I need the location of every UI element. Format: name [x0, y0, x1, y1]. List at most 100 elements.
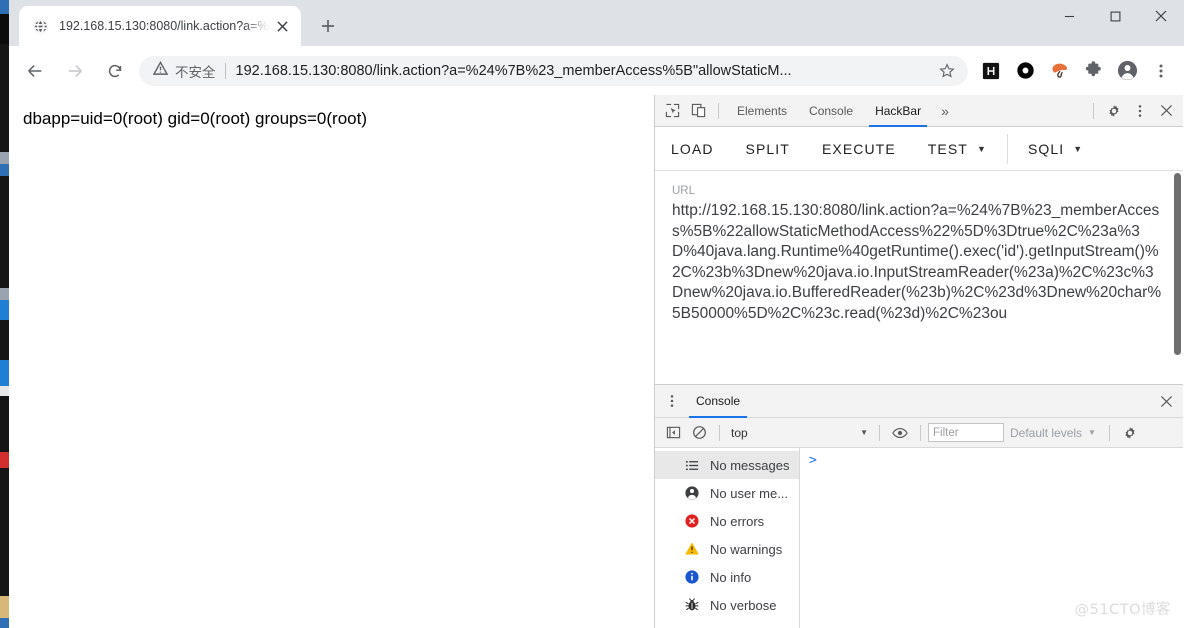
- console-sidebar-item-warnings[interactable]: No warnings: [655, 535, 799, 563]
- error-icon: [683, 512, 701, 530]
- console-toolbar-divider: [719, 425, 720, 441]
- close-drawer-icon[interactable]: [1153, 388, 1179, 414]
- omnibox-divider: [225, 63, 226, 79]
- hackbar-execute-button[interactable]: EXECUTE: [806, 127, 912, 171]
- kebab-menu-icon[interactable]: [659, 388, 685, 414]
- close-icon[interactable]: [271, 15, 293, 37]
- browser-window: 192.168.15.130:8080/link.action?a=%: [9, 0, 1184, 628]
- close-window-button[interactable]: [1138, 0, 1184, 32]
- console-sidebar: No messages No use: [655, 448, 800, 628]
- browser-tab[interactable]: 192.168.15.130:8080/link.action?a=%: [19, 6, 301, 46]
- hackbar-execute-label: EXECUTE: [822, 141, 896, 157]
- drawer-tabbar-right: [1153, 388, 1179, 414]
- maximize-button[interactable]: [1092, 0, 1138, 32]
- url-field-label: URL: [655, 171, 1183, 201]
- hackbar-scrollbar[interactable]: [1174, 173, 1181, 355]
- console-drawer: Console: [655, 384, 1183, 628]
- bookmark-star-icon[interactable]: [934, 63, 960, 79]
- more-tabs-icon[interactable]: »: [932, 103, 958, 119]
- forward-button[interactable]: [59, 55, 91, 87]
- url-text: 192.168.15.130:8080/link.action?a=%24%7B…: [236, 63, 935, 79]
- page-body-text: dbapp=uid=0(root) gid=0(root) groups=0(r…: [23, 109, 654, 129]
- console-message-area[interactable]: > @51CTO博客: [800, 448, 1183, 628]
- address-bar[interactable]: 不安全 192.168.15.130:8080/link.action?a=%2…: [139, 56, 968, 86]
- dock-chip: [0, 360, 9, 386]
- tab-title: 192.168.15.130:8080/link.action?a=%: [59, 6, 269, 46]
- tab-hackbar[interactable]: HackBar: [864, 95, 932, 127]
- console-sidebar-label: No info: [710, 570, 751, 585]
- kebab-menu-icon[interactable]: [1127, 98, 1153, 124]
- watermark: @51CTO博客: [1075, 598, 1171, 619]
- chevron-down-icon: ▼: [860, 428, 868, 437]
- console-toolbar-divider: [879, 425, 880, 441]
- console-filter-placeholder: Filter: [933, 427, 959, 439]
- console-levels-dropdown[interactable]: Default levels ▼: [1004, 423, 1102, 443]
- hackbar-toolbar: LOAD SPLIT EXECUTE TEST ▼ SQLI: [655, 127, 1183, 171]
- hackbar-load-label: LOAD: [671, 141, 714, 157]
- minimize-button[interactable]: [1046, 0, 1092, 32]
- tab-console[interactable]: Console: [798, 95, 864, 127]
- drawer-tab-console[interactable]: Console: [685, 385, 751, 418]
- console-settings-gear-icon[interactable]: [1117, 420, 1143, 446]
- live-expression-icon[interactable]: [887, 420, 913, 446]
- screenshot-root: 192.168.15.130:8080/link.action?a=%: [0, 0, 1184, 628]
- hackbar-url-input[interactable]: http://192.168.15.130:8080/link.action?a…: [655, 201, 1183, 324]
- show-console-sidebar-icon[interactable]: [660, 420, 686, 446]
- devtools-divider: [1093, 103, 1094, 119]
- hackbar-load-button[interactable]: LOAD: [655, 127, 730, 171]
- devtools-panel: Elements Console HackBar »: [655, 95, 1183, 628]
- reload-button[interactable]: [99, 55, 131, 87]
- hackbar-extension-icon[interactable]: [976, 56, 1006, 86]
- console-filter-input[interactable]: Filter: [928, 423, 1004, 442]
- dock-chip: [0, 618, 9, 628]
- hackbar-split-button[interactable]: SPLIT: [730, 127, 806, 171]
- dock-chip: [0, 452, 9, 468]
- not-secure-warning-icon: [153, 61, 169, 81]
- tab-elements[interactable]: Elements: [726, 95, 798, 127]
- devtools-tabbar-right: [1086, 98, 1179, 124]
- puzzle-extensions-icon[interactable]: [1078, 56, 1108, 86]
- profile-avatar-icon[interactable]: [1112, 56, 1142, 86]
- hackbar-test-dropdown[interactable]: TEST ▼: [912, 127, 1003, 171]
- console-sidebar-label: No errors: [710, 514, 764, 529]
- hackbar-toolbar-divider: [1007, 134, 1008, 164]
- console-sidebar-item-verbose[interactable]: No verbose: [655, 591, 799, 619]
- drawer-tabbar: Console: [655, 385, 1183, 418]
- back-button[interactable]: [19, 55, 51, 87]
- hackbar-sqli-dropdown[interactable]: SQLI ▼: [1012, 127, 1099, 171]
- devtools-divider: [718, 103, 719, 119]
- console-sidebar-item-errors[interactable]: No errors: [655, 507, 799, 535]
- warning-icon: [683, 540, 701, 558]
- security-status-label: 不安全: [175, 61, 216, 81]
- new-tab-button[interactable]: [314, 12, 342, 40]
- content-area: dbapp=uid=0(root) gid=0(root) groups=0(r…: [9, 95, 1184, 628]
- console-levels-label: Default levels: [1010, 426, 1082, 440]
- console-sidebar-item-messages[interactable]: No messages: [655, 451, 799, 479]
- ring-extension-icon[interactable]: [1010, 56, 1040, 86]
- brush-extension-icon[interactable]: [1044, 56, 1074, 86]
- clear-console-icon[interactable]: [686, 420, 712, 446]
- close-devtools-icon[interactable]: [1153, 98, 1179, 124]
- info-icon: [683, 568, 701, 586]
- desktop-dock-sliver: [0, 0, 9, 628]
- console-sidebar-label: No messages: [710, 458, 789, 473]
- console-body: No messages No use: [655, 448, 1183, 628]
- device-toolbar-icon[interactable]: [685, 98, 711, 124]
- console-sidebar-label: No warnings: [710, 542, 782, 557]
- gear-icon[interactable]: [1101, 98, 1127, 124]
- globe-icon: [32, 18, 49, 35]
- extension-icons: [974, 56, 1178, 86]
- chrome-menu-icon[interactable]: [1146, 56, 1176, 86]
- console-sidebar-item-info[interactable]: No info: [655, 563, 799, 591]
- console-prompt-icon: >: [809, 453, 817, 468]
- inspect-element-icon[interactable]: [659, 98, 685, 124]
- console-toolbar-divider: [1109, 425, 1110, 441]
- console-sidebar-label: No verbose: [710, 598, 776, 613]
- window-controls: [1046, 0, 1184, 32]
- dock-chip: [0, 386, 9, 396]
- console-sidebar-item-user-messages[interactable]: No user me...: [655, 479, 799, 507]
- console-context-select[interactable]: top ▼: [727, 423, 872, 443]
- chevron-down-icon: ▼: [977, 144, 987, 154]
- dock-chip: [0, 0, 9, 14]
- user-message-icon: [683, 484, 701, 502]
